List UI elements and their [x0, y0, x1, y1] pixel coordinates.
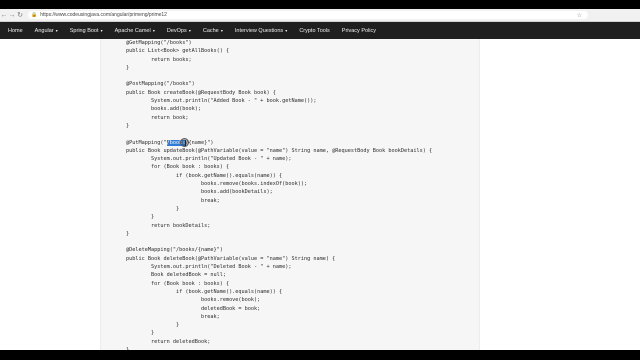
- nav-item-crypto-tools[interactable]: Crypto Tools: [293, 28, 335, 34]
- code-line: books.add(bookDetails);: [126, 189, 273, 196]
- code-line: break;: [126, 313, 220, 320]
- top-letterbox: [0, 0, 640, 9]
- code-line: if (book.getName().equals(name)) {: [126, 172, 283, 179]
- page-content: @GetMapping("/books") public List<Book> g…: [0, 39, 640, 360]
- code-line: }: [126, 230, 130, 237]
- nav-item-angular[interactable]: Angular ▾: [29, 28, 64, 34]
- code-line: @GetMapping("/books"): [126, 40, 192, 46]
- code-line: for (Book book : books) {: [126, 164, 230, 171]
- caret-down-icon: ▾: [219, 27, 223, 33]
- code-line: for (Book book : books) {: [126, 280, 230, 287]
- code-line: return books;: [126, 56, 192, 63]
- code-line: @PutMapping("/books/{name}"): [126, 139, 214, 146]
- caret-down-icon: ▾: [284, 27, 288, 33]
- code-block: @GetMapping("/books") public List<Book> g…: [126, 39, 476, 354]
- code-line: break;: [126, 197, 220, 204]
- code-line: public Book createBook(@RequestBody Book…: [126, 89, 276, 96]
- nav-item-label: DevOps: [166, 27, 187, 34]
- bookmark-star-icon[interactable]: ☆: [577, 12, 582, 19]
- code-line: return deletedBook;: [126, 338, 211, 345]
- bottom-letterbox: [0, 350, 640, 360]
- nav-item-interview-questions[interactable]: Interview Questions ▾: [229, 28, 293, 34]
- code-line: }: [126, 322, 180, 329]
- code-line: }: [126, 64, 130, 71]
- nav-item-label: Spring Boot: [69, 27, 99, 34]
- nav-item-apache-camel[interactable]: Apache Camel ▾: [109, 28, 161, 34]
- code-line: books.remove(books.indexOf(book));: [126, 181, 308, 188]
- caret-down-icon: ▾: [99, 27, 103, 33]
- mouse-cursor-icon: [180, 138, 189, 147]
- caret-down-icon: ▾: [187, 27, 191, 33]
- code-line: books.remove(book);: [126, 297, 261, 304]
- code-line: }: [126, 205, 180, 212]
- forward-icon[interactable]: →: [8, 9, 16, 21]
- nav-item-cache[interactable]: Cache ▾: [197, 28, 229, 34]
- nav-item-label: Cache: [202, 27, 219, 34]
- code-line: if (book.getName().equals(name)) {: [126, 288, 283, 295]
- code-line: System.out.println("Updated Book - " + n…: [126, 156, 292, 163]
- browser-address-bar: ← → ↻ 🔒 https://www.codeusingjava.com/an…: [0, 9, 640, 22]
- code-line: }: [126, 122, 130, 129]
- nav-item-label: Home: [8, 27, 23, 34]
- code-line: }: [126, 214, 155, 221]
- nav-item-home[interactable]: Home: [0, 28, 29, 34]
- caret-down-icon: ▾: [151, 27, 155, 33]
- nav-item-label: Angular: [34, 27, 54, 34]
- url-text: https://www.codeusingjava.com/angular/pr…: [40, 12, 167, 18]
- nav-item-label: Apache Camel: [114, 27, 151, 34]
- code-line: Book deletedBook = null;: [126, 272, 226, 279]
- site-navigation: Home Angular ▾ Spring Boot ▾ Apache Camel ▾…: [0, 22, 640, 39]
- nav-item-label: Privacy Policy: [341, 27, 377, 34]
- lock-icon: 🔒: [31, 12, 38, 18]
- code-line: public List<Book> getAllBooks() {: [126, 48, 230, 55]
- code-line: books.add(book);: [126, 106, 201, 113]
- code-line: @PostMapping("/books"): [126, 81, 195, 88]
- reload-icon[interactable]: ↻: [16, 9, 24, 21]
- code-line: public Book updateBook(@PathVariable(val…: [126, 147, 433, 154]
- code-line: }: [126, 330, 155, 337]
- code-line: System.out.println("Deleted Book - " + n…: [126, 264, 292, 271]
- code-line: @DeleteMapping("/books/{name}"): [126, 247, 223, 254]
- nav-item-label: Crypto Tools: [299, 27, 330, 34]
- caret-down-icon: ▾: [54, 27, 58, 33]
- nav-item-spring-boot[interactable]: Spring Boot ▾: [64, 28, 109, 34]
- back-icon[interactable]: ←: [0, 9, 8, 21]
- code-line: public Book deleteBook(@PathVariable(val…: [126, 255, 336, 262]
- nav-item-label: Interview Questions: [234, 27, 284, 34]
- code-line: return bookDetails;: [126, 222, 211, 229]
- nav-item-devops[interactable]: DevOps ▾: [161, 28, 197, 34]
- code-line: return book;: [126, 114, 189, 121]
- code-line: System.out.println("Added Book - " + boo…: [126, 98, 317, 105]
- url-field[interactable]: 🔒 https://www.codeusingjava.com/angular/…: [28, 11, 588, 19]
- code-line: deletedBook = book;: [126, 305, 261, 312]
- nav-item-privacy-policy[interactable]: Privacy Policy: [336, 28, 382, 34]
